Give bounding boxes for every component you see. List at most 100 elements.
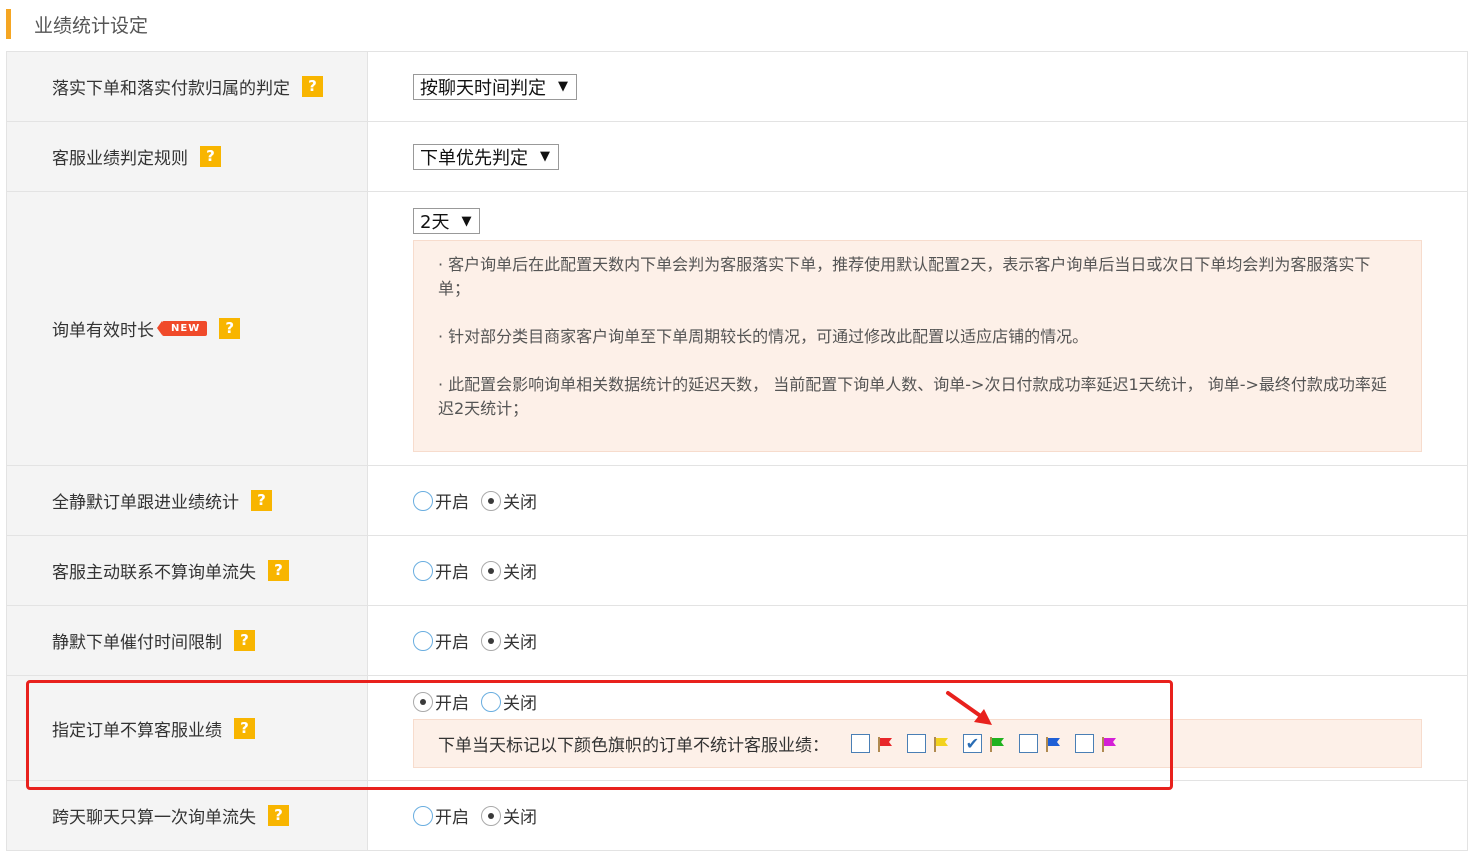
radio-circle[interactable] <box>413 691 433 712</box>
chevron-down-icon: ▼ <box>558 79 568 94</box>
radio-off[interactable]: 关闭 <box>481 628 537 653</box>
attribution-select[interactable]: 按聊天时间判定 ▼ <box>413 73 577 100</box>
setting-row-excluded-orders: 指定订单不算客服业绩 ? 开启 关闭 下单当天标记以下颜色旗帜的订单不统计客服业… <box>6 675 1468 781</box>
select-value: 下单优先判定 <box>420 147 528 169</box>
flag-cloth <box>1048 737 1060 746</box>
radio-label: 开启 <box>435 808 469 828</box>
inquiry-duration-notice: · 客户询单后在此配置天数内下单会判为客服落实下单，推荐使用默认配置2天，表示客… <box>413 240 1422 452</box>
radio-off[interactable]: 关闭 <box>481 488 537 513</box>
radio-label: 开启 <box>435 493 469 513</box>
performance-rule-select[interactable]: 下单优先判定 ▼ <box>413 143 559 170</box>
flag-cloth <box>880 737 892 746</box>
help-icon[interactable]: ? <box>234 630 255 651</box>
setting-label-cell: 跨天聊天只算一次询单流失 ? <box>6 780 368 851</box>
purple-flag-icon <box>1102 736 1116 752</box>
flag-pole <box>1046 736 1048 752</box>
setting-value-cell: 开启 关闭 <box>367 465 1468 536</box>
section-header: 业绩统计设定 <box>6 6 148 42</box>
setting-label-cell: 询单有效时长 NEW ? <box>6 191 368 466</box>
setting-label-cell: 落实下单和落实付款归属的判定 ? <box>6 51 368 122</box>
setting-label-cell: 客服主动联系不算询单流失 ? <box>6 535 368 606</box>
flag-checkbox-blue[interactable] <box>1019 734 1038 753</box>
help-icon[interactable]: ? <box>268 560 289 581</box>
setting-label-cell: 全静默订单跟进业绩统计 ? <box>6 465 368 536</box>
radio-on[interactable]: 开启 <box>413 689 469 714</box>
radio-on[interactable]: 开启 <box>413 558 469 583</box>
radio-label: 关闭 <box>503 563 537 583</box>
radio-circle[interactable] <box>413 560 433 581</box>
section-title: 业绩统计设定 <box>34 14 149 37</box>
section-accent-bar <box>6 9 11 39</box>
setting-value-cell: 开启 关闭 <box>367 605 1468 676</box>
radio-group: 开启 关闭 <box>413 689 1467 714</box>
setting-label-cell: 客服业绩判定规则 ? <box>6 121 368 192</box>
flag-filter-text: 下单当天标记以下颜色旗帜的订单不统计客服业绩： <box>438 736 829 756</box>
help-icon[interactable]: ? <box>268 805 289 826</box>
flag-option-yellow[interactable] <box>907 734 951 753</box>
setting-row-order-attribution: 落实下单和落实付款归属的判定 ? 按聊天时间判定 ▼ <box>6 51 1468 122</box>
radio-circle[interactable] <box>481 560 501 581</box>
radio-off[interactable]: 关闭 <box>481 803 537 828</box>
flag-checkbox-red[interactable] <box>851 734 870 753</box>
setting-label: 全静默订单跟进业绩统计 <box>52 493 239 513</box>
radio-circle[interactable] <box>481 691 501 712</box>
radio-label: 关闭 <box>503 633 537 653</box>
flag-checkbox-green[interactable]: ✔ <box>963 734 982 753</box>
red-flag-icon <box>878 736 892 752</box>
radio-circle[interactable] <box>481 805 501 826</box>
setting-label: 客服主动联系不算询单流失 <box>52 563 256 583</box>
radio-group: 开启 关闭 <box>413 488 1467 513</box>
setting-label-cell: 静默下单催付时间限制 ? <box>6 605 368 676</box>
flag-pole <box>1102 736 1104 752</box>
notice-line: · 客户询单后在此配置天数内下单会判为客服落实下单，推荐使用默认配置2天，表示客… <box>438 255 1371 298</box>
green-flag-icon <box>990 736 1004 752</box>
setting-row-cross-day-chat: 跨天聊天只算一次询单流失 ? 开启 关闭 <box>6 780 1468 851</box>
new-badge: NEW <box>156 321 208 336</box>
radio-circle[interactable] <box>413 630 433 651</box>
flag-option-green[interactable]: ✔ <box>963 734 1007 753</box>
flag-checkbox-yellow[interactable] <box>907 734 926 753</box>
help-icon[interactable]: ? <box>302 76 323 97</box>
setting-row-performance-rule: 客服业绩判定规则 ? 下单优先判定 ▼ <box>6 121 1468 192</box>
radio-off[interactable]: 关闭 <box>481 689 537 714</box>
flag-options: ✔ <box>829 734 1119 753</box>
flag-pole <box>878 736 880 752</box>
setting-label-cell: 指定订单不算客服业绩 ? <box>6 675 368 781</box>
help-icon[interactable]: ? <box>251 490 272 511</box>
flag-option-blue[interactable] <box>1019 734 1063 753</box>
setting-value-cell: 开启 关闭 <box>367 780 1468 851</box>
notice-line: · 此配置会影响询单相关数据统计的延迟天数， 当前配置下询单人数、询单->次日付… <box>438 375 1387 418</box>
yellow-flag-icon <box>934 736 948 752</box>
setting-label: 静默下单催付时间限制 <box>52 633 222 653</box>
select-value: 按聊天时间判定 <box>420 77 546 99</box>
radio-circle[interactable] <box>481 490 501 511</box>
radio-off[interactable]: 关闭 <box>481 558 537 583</box>
setting-label: 跨天聊天只算一次询单流失 <box>52 808 256 828</box>
radio-circle[interactable] <box>413 805 433 826</box>
flag-option-purple[interactable] <box>1075 734 1119 753</box>
setting-value-cell: 开启 关闭 下单当天标记以下颜色旗帜的订单不统计客服业绩： ✔ <box>367 675 1468 781</box>
radio-circle[interactable] <box>481 630 501 651</box>
setting-row-silent-order: 全静默订单跟进业绩统计 ? 开启 关闭 <box>6 465 1468 536</box>
help-icon[interactable]: ? <box>219 318 241 339</box>
radio-group: 开启 关闭 <box>413 803 1467 828</box>
flag-option-red[interactable] <box>851 734 895 753</box>
radio-on[interactable]: 开启 <box>413 488 469 513</box>
help-icon[interactable]: ? <box>234 717 255 739</box>
setting-value-cell: 按聊天时间判定 ▼ <box>367 51 1468 122</box>
inquiry-duration-select[interactable]: 2天 ▼ <box>413 208 481 234</box>
flag-checkbox-purple[interactable] <box>1075 734 1094 753</box>
select-value: 2天 <box>420 212 450 233</box>
setting-value-cell: 开启 关闭 <box>367 535 1468 606</box>
chevron-down-icon: ▼ <box>540 149 550 164</box>
radio-label: 关闭 <box>503 808 537 828</box>
radio-label: 开启 <box>435 633 469 653</box>
radio-on[interactable]: 开启 <box>413 803 469 828</box>
radio-on[interactable]: 开启 <box>413 628 469 653</box>
radio-label: 关闭 <box>503 694 537 714</box>
setting-label: 询单有效时长 <box>52 321 154 341</box>
help-icon[interactable]: ? <box>200 146 221 167</box>
radio-label: 开启 <box>435 694 469 714</box>
radio-circle[interactable] <box>413 490 433 511</box>
notice-line: · 针对部分类目商家客户询单至下单周期较长的情况，可通过修改此配置以适应店铺的情… <box>438 327 1089 346</box>
